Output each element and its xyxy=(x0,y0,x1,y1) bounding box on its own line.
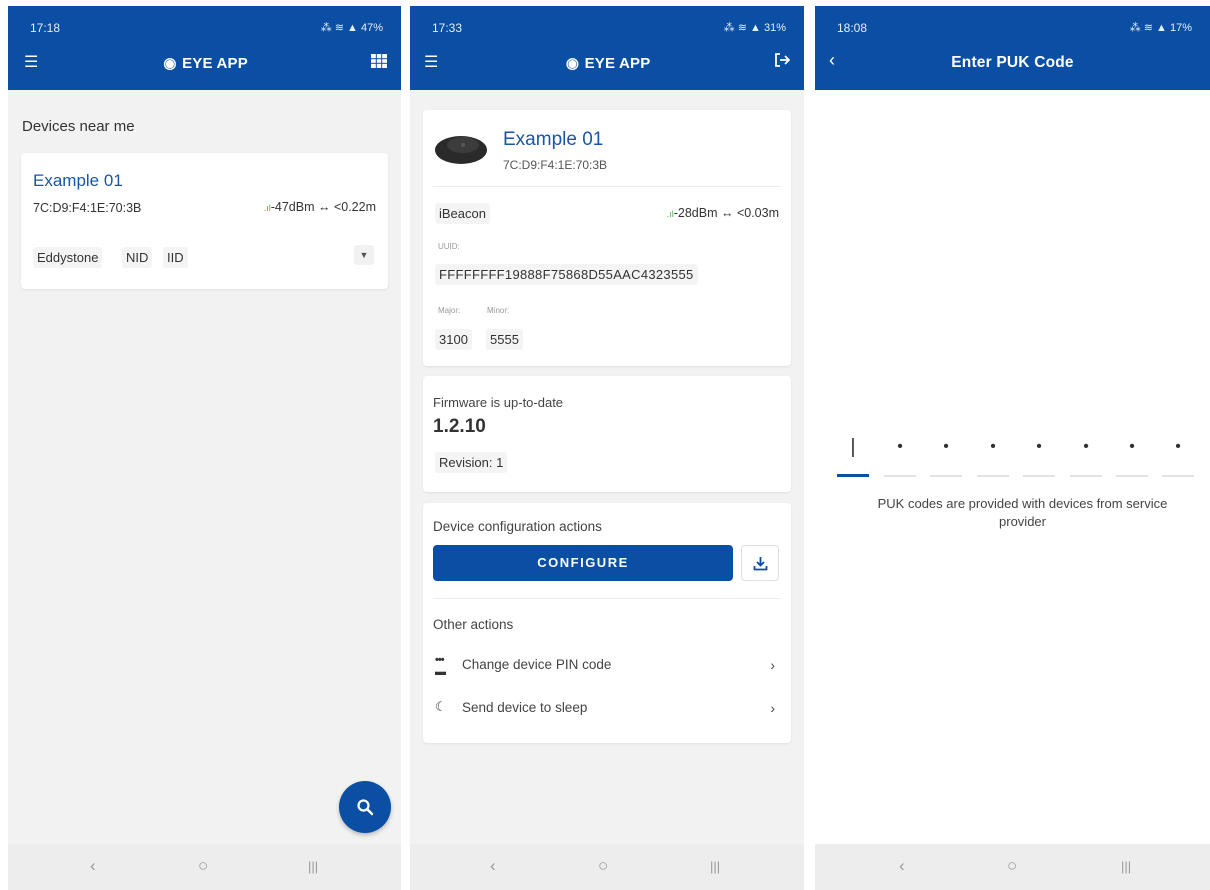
system-nav-bar: ‹ ○ ||| xyxy=(8,844,401,890)
config-actions-card: Device configuration actions CONFIGURE O… xyxy=(423,503,791,743)
puk-input[interactable]: | • • • • • • • xyxy=(837,436,1197,480)
device-card[interactable]: Example 01 7C:D9:F4:1E:70:3B .ıl-47dBm ↔… xyxy=(21,153,388,289)
device-name: Example 01 xyxy=(503,129,604,150)
chevron-right-icon: › xyxy=(770,657,775,673)
major-label: Major: xyxy=(438,306,461,315)
major-value: 3100 xyxy=(435,329,472,350)
puk-underline xyxy=(1162,475,1194,477)
section-title: Devices near me xyxy=(22,118,135,135)
nav-back-icon[interactable]: ‹ xyxy=(490,856,496,876)
signal-icon: .ıl xyxy=(666,209,674,219)
puk-digit: • xyxy=(990,438,996,455)
app-title: ◉ EYE APP xyxy=(410,54,804,72)
device-mac: 7C:D9:F4:1E:70:3B xyxy=(503,158,608,172)
puk-digit: • xyxy=(943,438,949,455)
minor-value: 5555 xyxy=(486,329,523,350)
eye-logo-icon: ◉ xyxy=(163,55,177,72)
devices-screen: 17:18 ⁂ ≋ ▲ 47% ☰ ◉ EYE APP Devices near … xyxy=(8,6,401,890)
signal-readout: .ıl-47dBm ↔ <0.22m xyxy=(263,200,376,214)
configure-button[interactable]: CONFIGURE xyxy=(433,545,733,581)
config-actions-title: Device configuration actions xyxy=(433,519,602,534)
puk-underline xyxy=(977,475,1009,477)
firmware-card: Firmware is up-to-date 1.2.10 Revision: … xyxy=(423,376,791,492)
divider xyxy=(433,598,781,599)
puk-digit: • xyxy=(1129,438,1135,455)
puk-underline-active xyxy=(837,474,869,477)
puk-digit: | xyxy=(850,436,856,458)
download-icon xyxy=(753,557,768,571)
tag-eddystone: Eddystone xyxy=(33,247,103,268)
chevron-down-icon[interactable]: ▼ xyxy=(354,245,374,265)
change-pin-row[interactable]: ••• ▬ Change device PIN code › xyxy=(435,654,779,679)
nav-recents-icon[interactable]: ||| xyxy=(308,859,318,874)
status-time: 17:33 xyxy=(432,21,463,35)
signal-readout: .ıl-28dBm ↔ <0.03m xyxy=(666,206,779,220)
firmware-status: Firmware is up-to-date xyxy=(433,395,564,410)
nav-back-icon[interactable]: ‹ xyxy=(899,856,905,876)
status-indicators: ⁂ ≋ ▲ 17% xyxy=(1129,22,1192,34)
grid-icon[interactable] xyxy=(371,54,387,73)
puk-entry-screen: 18:08 ⁂ ≋ ▲ 17% ‹ Enter PUK Code | • • •… xyxy=(815,6,1210,890)
puk-digit: • xyxy=(897,438,903,455)
nav-home-icon[interactable]: ○ xyxy=(198,856,208,876)
download-button[interactable] xyxy=(741,545,779,581)
status-indicators: ⁂ ≋ ▲ 31% xyxy=(723,22,786,34)
status-time: 18:08 xyxy=(837,21,868,35)
firmware-version: 1.2.10 xyxy=(433,416,486,437)
puk-underline xyxy=(884,475,916,477)
eye-logo-icon: ◉ xyxy=(565,55,580,72)
divider xyxy=(433,186,781,187)
system-nav-bar: ‹ ○ ||| xyxy=(815,844,1210,890)
sleep-label: Send device to sleep xyxy=(462,700,588,715)
puk-underline xyxy=(930,475,962,477)
status-indicators: ⁂ ≋ ▲ 47% xyxy=(320,22,383,34)
logout-icon[interactable] xyxy=(774,52,791,73)
device-image xyxy=(433,130,489,166)
device-mac: 7C:D9:F4:1E:70:3B xyxy=(33,201,142,215)
app-bar: 17:18 ⁂ ≋ ▲ 47% ☰ ◉ EYE APP xyxy=(8,6,401,90)
search-fab[interactable] xyxy=(339,781,391,833)
search-icon xyxy=(357,799,374,816)
device-name[interactable]: Example 01 xyxy=(33,171,123,191)
puk-digit: • xyxy=(1175,438,1181,455)
nav-recents-icon[interactable]: ||| xyxy=(710,859,720,874)
puk-underline xyxy=(1116,475,1148,477)
app-title: ◉ EYE APP xyxy=(8,54,401,72)
minor-label: Minor: xyxy=(487,306,510,315)
nav-recents-icon[interactable]: ||| xyxy=(1121,859,1131,874)
puk-hint: PUK codes are provided with devices from… xyxy=(877,496,1168,529)
signal-icon: .ıl xyxy=(263,203,271,213)
uuid-value: FFFFFFFF19888F75868D55AAC4323555 xyxy=(435,264,698,285)
puk-digit: • xyxy=(1036,438,1042,455)
device-info-card: Example 01 7C:D9:F4:1E:70:3B iBeacon .ıl… xyxy=(423,110,791,366)
puk-underline xyxy=(1023,475,1055,477)
firmware-revision: Revision: 1 xyxy=(435,452,508,473)
puk-underline xyxy=(1070,475,1102,477)
nav-home-icon[interactable]: ○ xyxy=(1007,856,1017,876)
moon-icon: ☾ xyxy=(435,699,447,714)
status-time: 17:18 xyxy=(30,21,61,35)
tag-iid: IID xyxy=(163,247,188,268)
app-bar: 17:33 ⁂ ≋ ▲ 31% ☰ ◉ EYE APP xyxy=(410,6,804,90)
chevron-right-icon: › xyxy=(770,700,775,716)
nav-back-icon[interactable]: ‹ xyxy=(90,856,96,876)
other-actions-title: Other actions xyxy=(433,617,514,632)
app-bar: 18:08 ⁂ ≋ ▲ 17% ‹ Enter PUK Code xyxy=(815,6,1210,90)
device-type: iBeacon xyxy=(435,203,490,224)
nav-home-icon[interactable]: ○ xyxy=(598,856,608,876)
device-detail-screen: 17:33 ⁂ ≋ ▲ 31% ☰ ◉ EYE APP Example 01 7C… xyxy=(410,6,804,890)
system-nav-bar: ‹ ○ ||| xyxy=(410,844,804,890)
uuid-label: UUID: xyxy=(438,242,460,251)
change-pin-label: Change device PIN code xyxy=(462,657,612,672)
pin-dots-icon: ••• ▬ xyxy=(435,654,446,678)
puk-digit: • xyxy=(1083,438,1089,455)
tag-nid: NID xyxy=(122,247,153,268)
sleep-row[interactable]: ☾ Send device to sleep › xyxy=(435,699,779,722)
screen-title: Enter PUK Code xyxy=(951,54,1074,71)
